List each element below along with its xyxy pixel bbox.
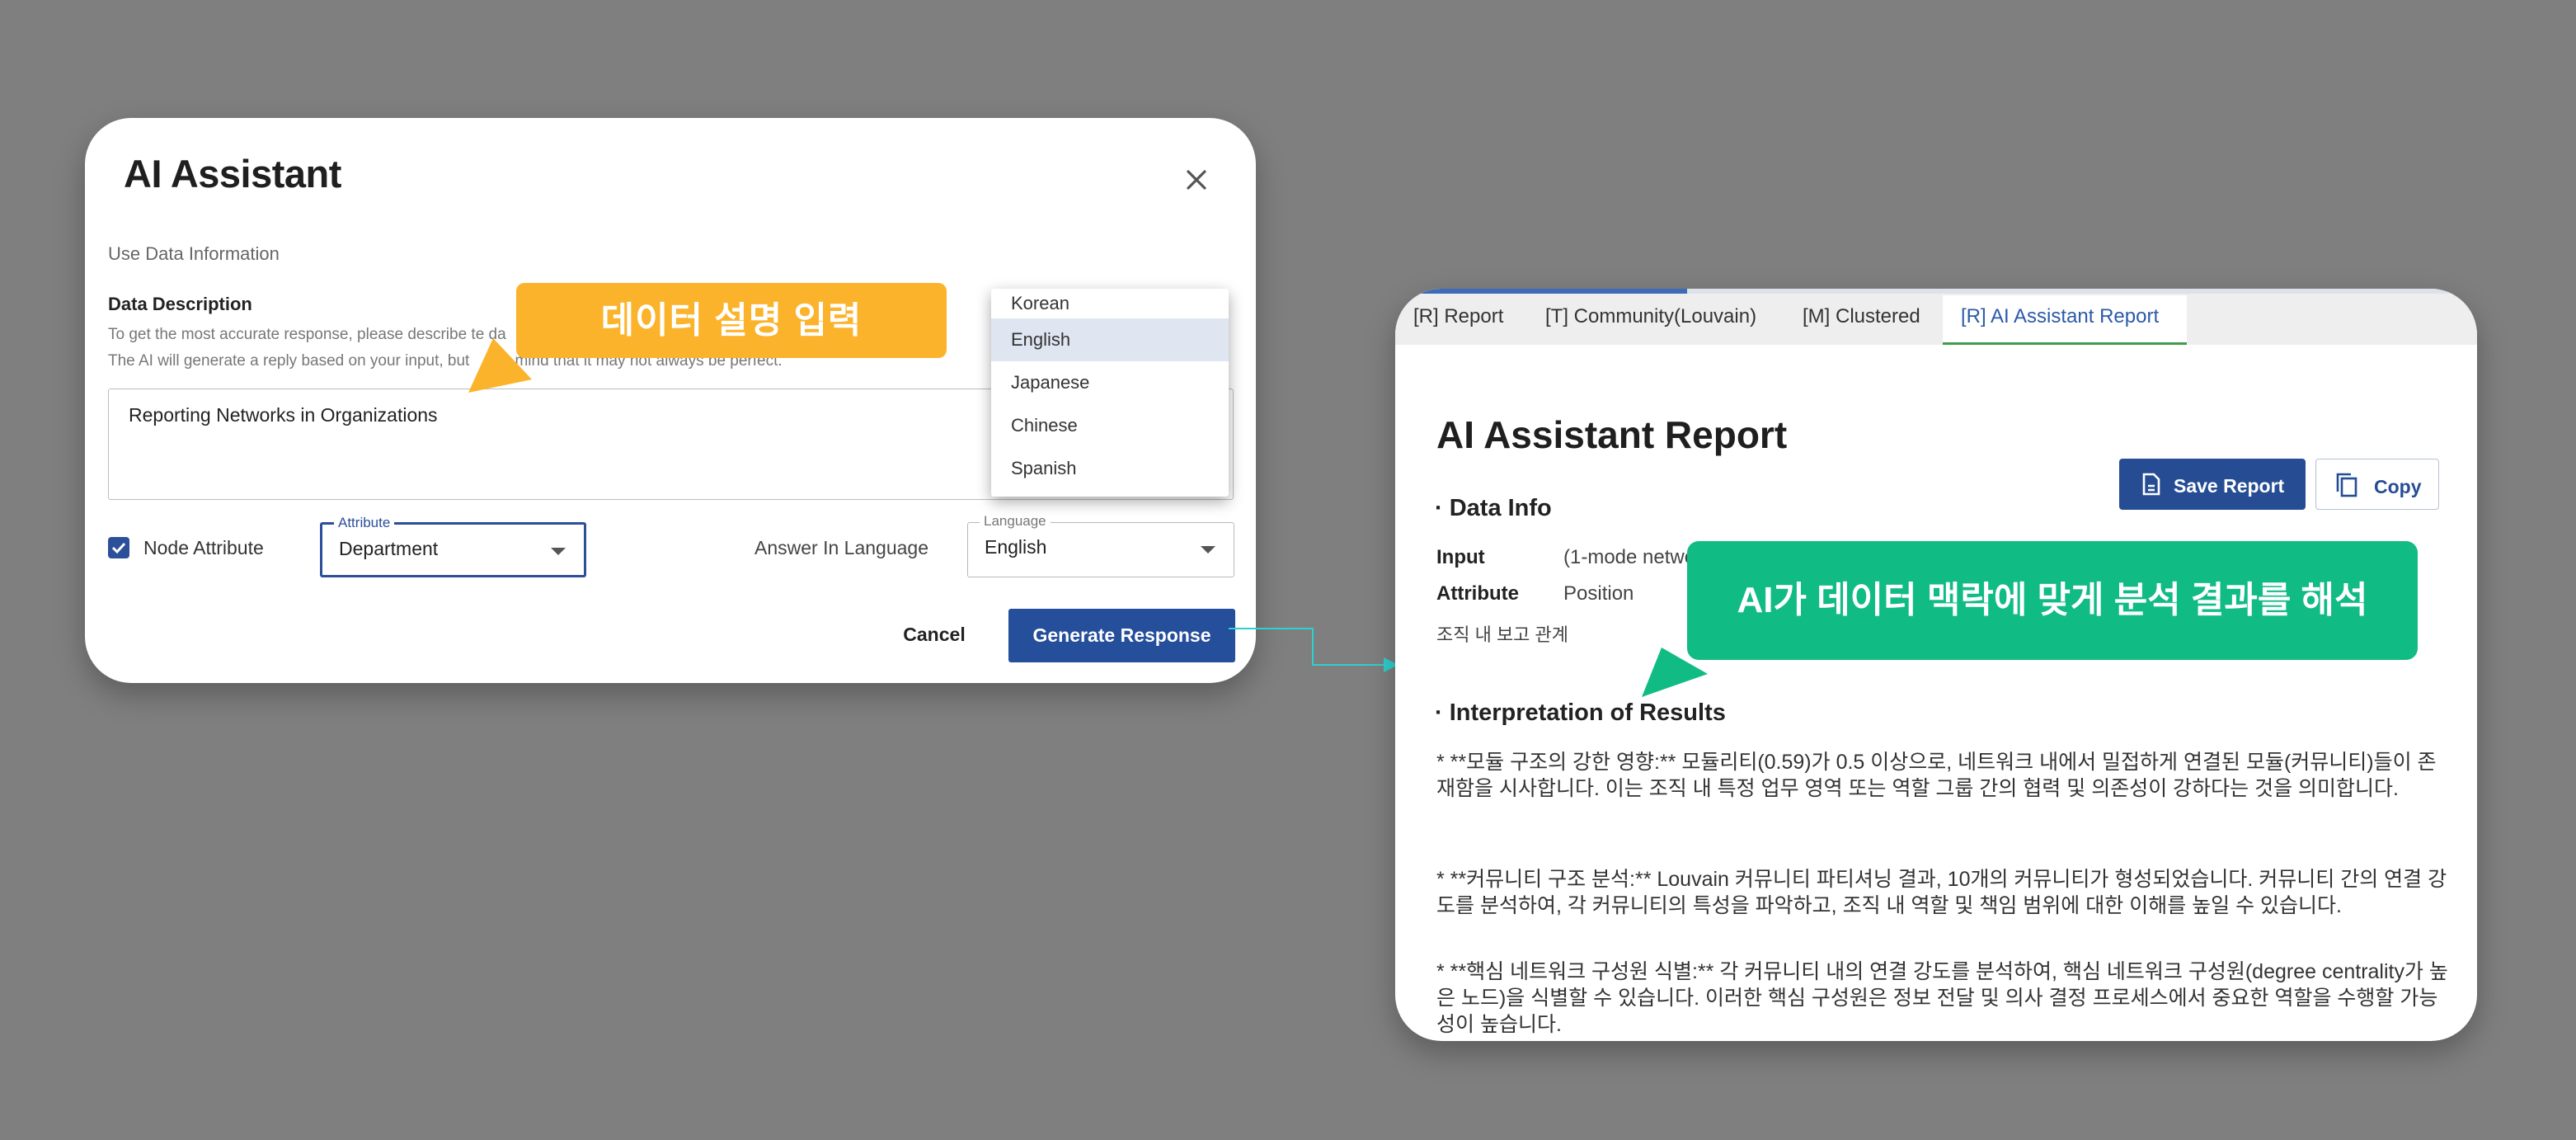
attribute-legend: Attribute — [334, 516, 395, 530]
tab-strip-active — [1395, 289, 1687, 294]
caret-down-icon — [551, 548, 566, 555]
save-report-button[interactable]: Save Report — [2119, 459, 2306, 510]
description-label: Data Description — [108, 294, 252, 314]
save-report-label: Save Report — [2174, 475, 2285, 497]
attribute-value: Position — [1563, 582, 1634, 605]
node-attribute-label: Node Attribute — [143, 537, 264, 558]
section-label: Use Data Information — [108, 243, 280, 264]
callout-data-description: 데이터 설명 입력 — [516, 283, 947, 358]
input-key: Input — [1436, 546, 1485, 568]
org-note: 조직 내 보고 관계 — [1436, 624, 1569, 645]
attribute-value: Department — [339, 538, 439, 559]
language-option-english[interactable]: English — [991, 318, 1229, 361]
interpretation-paragraph-2: * **커뮤니티 구조 분석:** Louvain 커뮤니티 파티셔닝 결과, … — [1436, 868, 2447, 917]
input-value: (1-mode netwo — [1563, 546, 1696, 568]
callout-ai-interpretation: AI가 데이터 맥락에 맞게 분석 결과를 해석 — [1687, 541, 2418, 660]
description-help-text: To get the most accurate response, pleas… — [108, 326, 506, 343]
save-file-icon — [2141, 473, 2162, 501]
node-attribute-checkbox[interactable] — [108, 537, 129, 558]
tab-report[interactable]: [R] Report — [1413, 305, 1503, 345]
dialog-title: AI Assistant — [124, 152, 341, 195]
language-option-spanish[interactable]: Spanish — [991, 447, 1229, 490]
copy-button[interactable]: Copy — [2315, 459, 2439, 510]
ai-assistant-report-panel: [R] Report [T] Community(Louvain) [M] Cl… — [1395, 289, 2477, 1041]
caret-down-icon — [1201, 546, 1215, 554]
connector-arrow — [1229, 628, 1398, 672]
interpretation-paragraph-3: * **핵심 네트워크 구성원 식별:** 각 커뮤니티 내의 연결 강도를 분… — [1436, 960, 2448, 1036]
language-dropdown-menu: Korean English Japanese Chinese Spanish — [991, 289, 1229, 497]
tab-community-louvain[interactable]: [T] Community(Louvain) — [1545, 305, 1756, 345]
report-title: AI Assistant Report — [1436, 413, 1788, 456]
tab-clustered[interactable]: [M] Clustered — [1803, 305, 1920, 345]
language-value: English — [985, 536, 1047, 558]
tab-ai-assistant-report[interactable]: [R] AI Assistant Report — [1943, 295, 2187, 345]
copy-label: Copy — [2374, 476, 2422, 497]
report-tab-bar: [R] Report [T] Community(Louvain) [M] Cl… — [1395, 289, 2477, 345]
attribute-key: Attribute — [1436, 582, 1519, 605]
copy-icon — [2334, 472, 2359, 503]
language-legend: Language — [980, 514, 1051, 529]
callout-pointer-green — [1642, 648, 1708, 697]
attribute-select[interactable]: Attribute Department — [320, 516, 586, 577]
cancel-button[interactable]: Cancel — [889, 616, 980, 652]
language-option-japanese[interactable]: Japanese — [991, 361, 1229, 404]
close-icon[interactable] — [1178, 161, 1215, 199]
generate-response-button[interactable]: Generate Response — [1008, 609, 1235, 662]
language-select[interactable]: Language English — [967, 514, 1234, 577]
language-option-korean[interactable]: Korean — [991, 289, 1229, 318]
answer-language-label: Answer In Language — [754, 537, 928, 558]
interpretation-paragraph-1: * **모듈 구조의 강한 영향:** 모듈리티(0.59)가 0.5 이상으로… — [1436, 751, 2437, 800]
data-info-heading: · Data Info — [1435, 495, 1552, 521]
language-option-chinese[interactable]: Chinese — [991, 404, 1229, 447]
callout-pointer-orange — [468, 338, 532, 393]
